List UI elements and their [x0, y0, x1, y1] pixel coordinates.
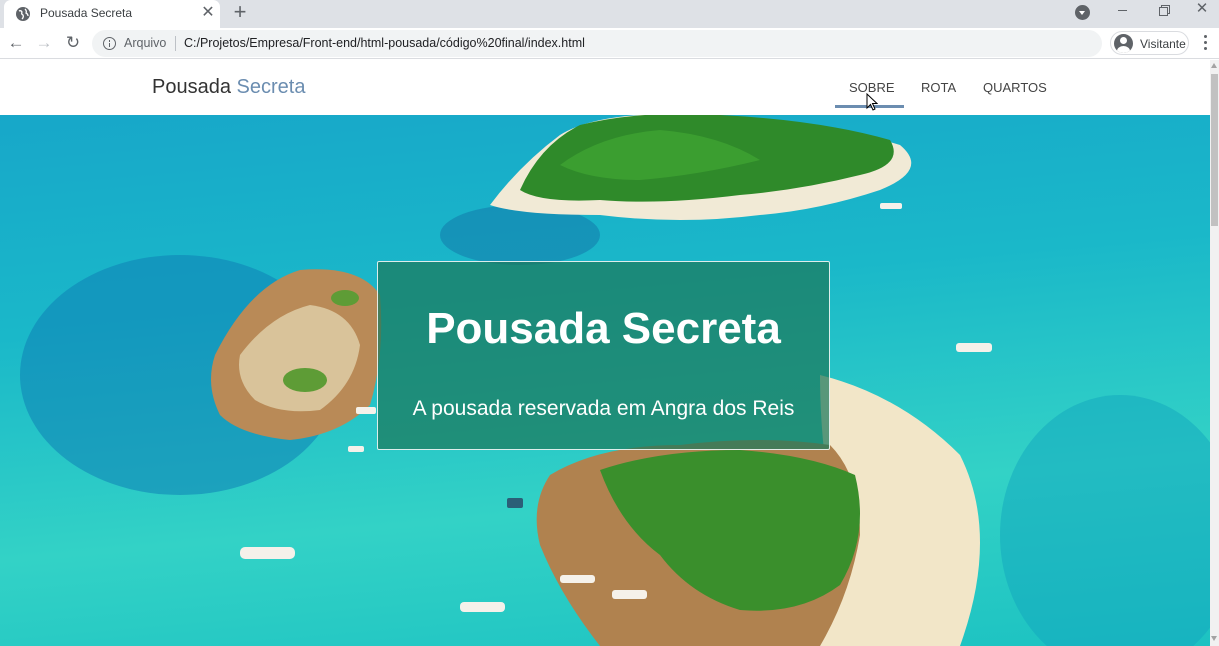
back-button[interactable]: ← [4, 31, 28, 55]
scheme-label: Arquivo [124, 36, 167, 50]
active-nav-indicator [835, 105, 904, 108]
profile-button[interactable]: Visitante [1110, 31, 1189, 55]
nav-link-rota[interactable]: ROTA [921, 80, 956, 95]
site-logo[interactable]: Pousada Secreta [152, 76, 305, 99]
url-text[interactable]: C:/Projetos/Empresa/Front-end/html-pousa… [184, 36, 585, 50]
window-restore-button[interactable] [1146, 0, 1182, 20]
scroll-thumb[interactable] [1211, 74, 1218, 226]
browser-tab[interactable]: Pousada Secreta ✕ [4, 0, 220, 28]
browser-tabstrip: Pousada Secreta ✕ + ✕ [0, 0, 1219, 28]
scroll-down-icon[interactable] [1211, 636, 1217, 641]
tab-search-icon[interactable] [1075, 5, 1090, 20]
reload-button[interactable]: ↻ [61, 31, 85, 55]
hero-subtitle: A pousada reservada em Angra dos Reis [412, 397, 795, 420]
site-navbar: Pousada Secreta SOBRE ROTA QUARTOS [0, 60, 1210, 115]
new-tab-button[interactable]: + [228, 1, 252, 25]
window-close-button[interactable]: ✕ [1188, 0, 1216, 20]
browser-toolbar: ← → ↻ Arquivo C:/Projetos/Empresa/Front-… [0, 28, 1219, 59]
address-separator [175, 36, 176, 51]
brand-name-part2: Secreta [236, 76, 306, 98]
nav-link-sobre[interactable]: SOBRE [849, 80, 895, 95]
globe-icon [16, 7, 30, 21]
info-icon[interactable] [103, 37, 116, 50]
tab-close-icon[interactable]: ✕ [198, 3, 218, 23]
menu-kebab-icon[interactable] [1197, 34, 1213, 52]
page-scrollbar[interactable] [1210, 60, 1219, 646]
tab-title: Pousada Secreta [40, 6, 133, 20]
profile-icon [1114, 34, 1133, 53]
hero-card: Pousada Secreta A pousada reservada em A… [377, 261, 830, 450]
page-viewport: Pousada Secreta SOBRE ROTA QUARTOS Pousa… [0, 60, 1219, 646]
address-bar[interactable]: Arquivo C:/Projetos/Empresa/Front-end/ht… [92, 30, 1102, 57]
hero-title: Pousada Secreta [426, 304, 781, 353]
window-minimize-button[interactable] [1104, 0, 1140, 20]
brand-name-part1: Pousada [152, 76, 231, 98]
profile-label: Visitante [1140, 37, 1186, 51]
scroll-up-icon[interactable] [1211, 63, 1217, 68]
hero-banner: Pousada Secreta A pousada reservada em A… [0, 115, 1210, 646]
forward-button[interactable]: → [32, 31, 56, 55]
nav-link-quartos[interactable]: QUARTOS [983, 80, 1047, 95]
